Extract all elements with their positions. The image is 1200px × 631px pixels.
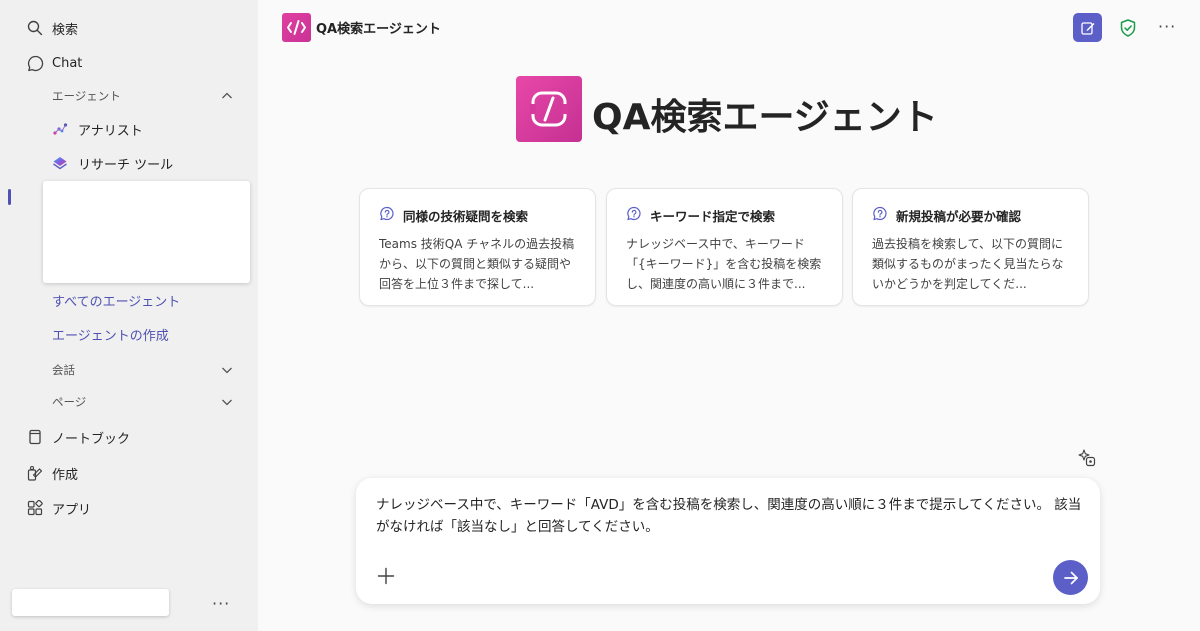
card-title: キーワード指定で検索 [650, 209, 776, 224]
conversations-section-header[interactable]: 会話 [0, 355, 258, 385]
card-body: 過去投稿を検索して、以下の質問に類似するものがまったく見当たらないかどうかを判定… [872, 237, 1064, 291]
prompt-card-new-post-check[interactable]: 新規投稿が必要か確認 過去投稿を検索して、以下の質問に類似するものがまったく見当… [852, 188, 1089, 306]
chevron-up-icon [222, 92, 232, 99]
section-label: ページ [52, 395, 87, 409]
card-title: 新規投稿が必要か確認 [896, 209, 1022, 224]
card-body: ナレッジベース中で、キーワード「{キーワード}」を含む投稿を検索し、関連度の高い… [626, 237, 822, 291]
pages-section-header[interactable]: ページ [0, 387, 258, 417]
chat-question-icon [380, 206, 394, 221]
all-agents-link[interactable]: すべてのエージェント [52, 291, 180, 310]
agents-section-header[interactable]: エージェント [0, 81, 258, 111]
sidebar-item-chat[interactable]: Chat [0, 46, 258, 80]
sidebar-item-label: アナリスト [78, 123, 143, 139]
sidebar-popup-card [43, 181, 250, 283]
more-options-button[interactable]: ··· [212, 594, 230, 613]
account-box[interactable] [12, 589, 169, 616]
create-icon [26, 464, 44, 482]
send-button[interactable] [1053, 560, 1088, 595]
sidebar-item-label: ノートブック [52, 431, 131, 447]
sidebar-item-research-tool[interactable]: リサーチ ツール [0, 148, 258, 178]
sidebar-item-label: リサーチ ツール [78, 157, 174, 173]
sidebar-item-label: 検索 [52, 22, 79, 38]
hero-agent-logo-icon [516, 76, 582, 142]
chevron-down-icon [222, 399, 232, 406]
prompt-suggestions-sparkle-icon[interactable] [1077, 448, 1097, 468]
hero-title: QA検索エージェント [592, 97, 938, 138]
more-options-button[interactable]: ··· [1158, 17, 1176, 36]
arrow-right-icon [1063, 571, 1078, 584]
header-title: QA検索エージェント [316, 22, 441, 37]
sidebar-item-apps[interactable]: アプリ [0, 491, 258, 525]
chat-bubble-icon [26, 54, 44, 72]
card-title: 同様の技術疑問を検索 [403, 209, 529, 224]
compose-icon [1080, 21, 1094, 35]
composer-input[interactable]: ナレッジベース中で、キーワード「AVD」を含む投稿を検索し、関連度の高い順に３件… [376, 494, 1086, 538]
search-icon [26, 19, 44, 37]
prompt-card-keyword-search[interactable]: キーワード指定で検索 ナレッジベース中で、キーワード「{キーワード}」を含む投稿… [606, 188, 843, 306]
sidebar-item-create[interactable]: 作成 [0, 456, 258, 490]
prompt-card-similar-question[interactable]: 同様の技術疑問を検索 Teams 技術QA チャネルの過去投稿から、以下の質問と… [359, 188, 596, 306]
card-body: Teams 技術QA チャネルの過去投稿から、以下の質問と類似する疑問や回答を上… [379, 237, 575, 291]
sidebar-item-search[interactable]: 検索 [0, 11, 258, 45]
sidebar-item-label: Chat [52, 55, 83, 71]
chat-question-icon [873, 206, 887, 221]
message-composer[interactable]: ナレッジベース中で、キーワード「AVD」を含む投稿を検索し、関連度の高い順に３件… [356, 478, 1100, 604]
sidebar-item-analyst[interactable]: アナリスト [0, 114, 258, 144]
plus-icon[interactable] [376, 566, 396, 586]
notebook-icon [26, 428, 44, 446]
section-label: 会話 [52, 363, 75, 377]
selection-indicator [8, 189, 11, 205]
apps-grid-icon [26, 499, 44, 517]
sidebar-item-label: アプリ [52, 502, 92, 518]
chat-question-icon [627, 206, 641, 221]
research-tool-icon [52, 155, 68, 171]
analyst-icon [52, 121, 68, 137]
sidebar-item-notebook[interactable]: ノートブック [0, 420, 258, 454]
sidebar: 検索 Chat エージェント アナリスト リサーチ ツール すべてのエージェント… [0, 0, 258, 631]
main-panel: QA検索エージェント ··· QA検索エージェント 同様の技術疑問を検索 Tea… [258, 0, 1200, 631]
section-label: エージェント [52, 89, 121, 103]
protection-shield-icon[interactable] [1118, 18, 1138, 38]
agent-logo-icon [282, 13, 311, 42]
new-chat-button[interactable] [1073, 13, 1102, 42]
create-agent-link[interactable]: エージェントの作成 [52, 325, 169, 344]
sidebar-item-label: 作成 [52, 467, 79, 483]
chevron-down-icon [222, 367, 232, 374]
